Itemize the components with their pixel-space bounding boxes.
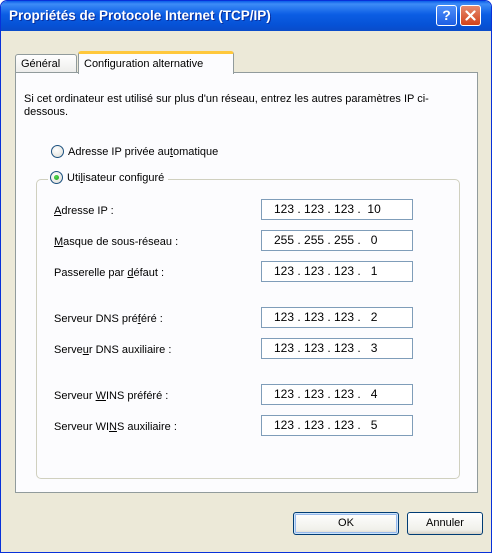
dialog-window: Propriétés de Protocole Internet (TCP/IP…: [0, 0, 492, 553]
radio-user-configured[interactable]: Utilisateur configuré: [48, 171, 169, 184]
tab-general[interactable]: Général: [15, 54, 77, 73]
preferred-dns-field[interactable]: 123 . 123 . 123 . 2: [261, 307, 413, 328]
radio-selected-icon: [50, 171, 63, 184]
preferred-wins-label: Serveur WINS préféré :: [54, 390, 169, 402]
radio-user-configured-label: Utilisateur configuré: [67, 171, 165, 184]
window-title: Propriétés de Protocole Internet (TCP/IP…: [9, 8, 271, 23]
alternate-dns-field[interactable]: 123 . 123 . 123 . 3: [261, 338, 413, 359]
default-gateway-label: Passerelle par défaut :: [54, 267, 165, 279]
intro-text: Si cet ordinateur est utilisé sur plus d…: [24, 93, 429, 118]
help-icon: ?: [442, 7, 451, 23]
title-bar[interactable]: Propriétés de Protocole Internet (TCP/IP…: [1, 1, 491, 31]
preferred-dns-label: Serveur DNS préféré :: [54, 313, 163, 325]
tab-configuration-alternative[interactable]: Configuration alternative: [78, 51, 234, 74]
ok-button[interactable]: OK: [293, 512, 399, 535]
alternate-dns-label: Serveur DNS auxiliaire :: [54, 344, 172, 356]
ip-address-label: Adresse IP :: [54, 205, 114, 217]
close-icon: [465, 10, 476, 21]
alternate-wins-label: Serveur WINS auxiliaire :: [54, 421, 177, 433]
radio-auto-private-ip[interactable]: Adresse IP privée automatique: [51, 145, 218, 158]
alternate-wins-field[interactable]: 123 . 123 . 123 . 5: [261, 415, 413, 436]
subnet-mask-label: Masque de sous-réseau :: [54, 236, 179, 248]
radio-circle-icon: [51, 145, 64, 158]
help-button[interactable]: ?: [436, 5, 457, 26]
subnet-mask-field[interactable]: 255 . 255 . 255 . 0: [261, 230, 413, 251]
ip-address-field[interactable]: 123 . 123 . 123 . 10: [261, 199, 413, 220]
tab-panel: Si cet ordinateur est utilisé sur plus d…: [15, 72, 478, 493]
preferred-wins-field[interactable]: 123 . 123 . 123 . 4: [261, 384, 413, 405]
default-gateway-field[interactable]: 123 . 123 . 123 . 1: [261, 261, 413, 282]
radio-auto-private-ip-label: Adresse IP privée automatique: [68, 145, 219, 158]
close-button[interactable]: [460, 5, 481, 26]
cancel-button[interactable]: Annuler: [407, 512, 483, 535]
